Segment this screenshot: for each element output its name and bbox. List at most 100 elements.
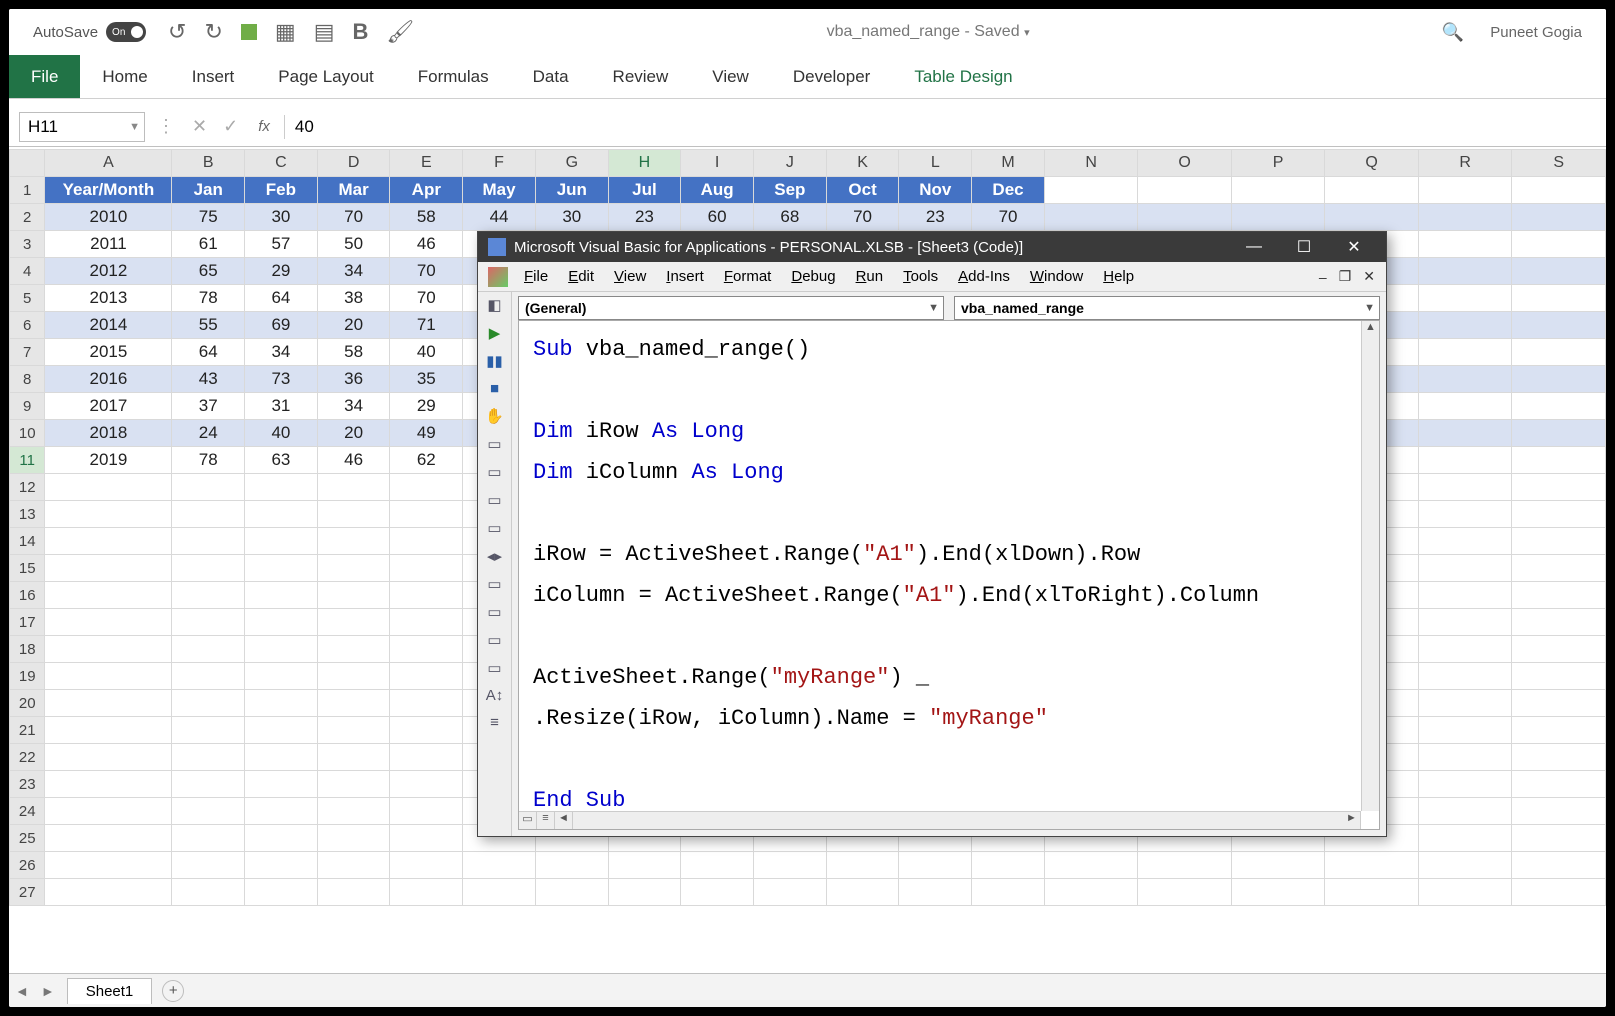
cell[interactable] [245,690,318,717]
table-header-cell[interactable]: Year/Month [45,177,172,204]
cell[interactable] [1418,339,1511,366]
vbe-menu-item[interactable]: View [604,264,656,289]
cell[interactable] [172,528,245,555]
mdi-restore-icon[interactable]: ❐ [1334,268,1357,285]
cell[interactable]: 63 [245,447,318,474]
close-button[interactable]: ✕ [1332,232,1376,262]
user-name[interactable]: Puneet Gogia [1490,24,1582,41]
tab-page-layout[interactable]: Page Layout [256,55,395,98]
cell[interactable]: 29 [390,393,463,420]
tab-view[interactable]: View [690,55,771,98]
cell[interactable] [45,825,172,852]
minimize-button[interactable]: — [1232,232,1276,262]
cell[interactable]: 69 [245,312,318,339]
table-header-cell[interactable]: May [463,177,536,204]
properties-icon[interactable]: ▭ [487,463,501,481]
row-header[interactable]: 22 [10,744,45,771]
icon-b[interactable]: ▭ [487,603,501,621]
cell[interactable]: 23 [608,204,681,231]
cell[interactable]: 40 [245,420,318,447]
cell[interactable] [1512,744,1606,771]
cell[interactable] [172,852,245,879]
cell[interactable] [245,501,318,528]
cell[interactable] [1138,177,1232,204]
cell[interactable]: 2010 [45,204,172,231]
cell[interactable] [1231,177,1324,204]
tab-developer[interactable]: Developer [771,55,893,98]
cell[interactable]: 75 [172,204,245,231]
cell[interactable] [245,528,318,555]
cell[interactable] [317,528,390,555]
cell[interactable]: 70 [826,204,899,231]
cell[interactable] [317,501,390,528]
cell[interactable] [1325,879,1419,906]
cell[interactable] [317,474,390,501]
cell[interactable] [1231,204,1324,231]
cell[interactable] [172,825,245,852]
cell[interactable] [172,690,245,717]
cell[interactable] [45,663,172,690]
cell[interactable]: 30 [535,204,608,231]
cell[interactable]: 65 [172,258,245,285]
cell[interactable] [1418,393,1511,420]
cell[interactable] [390,609,463,636]
vertical-scrollbar[interactable]: ▲ [1361,321,1379,811]
icon-c[interactable]: ▭ [487,631,501,649]
cell[interactable] [1512,690,1606,717]
maximize-button[interactable]: ☐ [1282,232,1326,262]
cell[interactable] [172,663,245,690]
cell[interactable] [1044,879,1137,906]
row-header[interactable]: 5 [10,285,45,312]
cell[interactable] [1512,285,1606,312]
cell[interactable] [1512,447,1606,474]
sheet-nav-prev-icon[interactable]: ◄ [9,983,35,999]
cell[interactable] [172,609,245,636]
column-header[interactable]: L [899,150,972,177]
cell[interactable] [45,879,172,906]
tab-table-design[interactable]: Table Design [892,55,1034,98]
cell[interactable] [1418,474,1511,501]
column-header[interactable]: J [754,150,827,177]
cell[interactable] [245,636,318,663]
vbe-view-excel-icon[interactable] [488,267,508,287]
cell[interactable] [317,717,390,744]
cell[interactable]: 29 [245,258,318,285]
column-header[interactable]: P [1231,150,1324,177]
cell[interactable]: 49 [390,420,463,447]
row-header[interactable]: 25 [10,825,45,852]
cell[interactable] [1325,852,1419,879]
cell[interactable] [1512,609,1606,636]
row-header[interactable]: 14 [10,528,45,555]
font-increase-icon[interactable]: A↕ [486,687,504,704]
vbe-menu-item[interactable]: Edit [558,264,604,289]
cell[interactable] [45,717,172,744]
search-icon[interactable]: 🔍 [1442,22,1464,43]
row-header[interactable]: 3 [10,231,45,258]
cell[interactable] [1512,717,1606,744]
cell[interactable]: 2019 [45,447,172,474]
cell[interactable] [1512,366,1606,393]
cell[interactable]: 71 [390,312,463,339]
cell[interactable] [1138,852,1232,879]
cell[interactable] [245,717,318,744]
cell[interactable] [1418,258,1511,285]
cell[interactable] [1512,339,1606,366]
autosave-toggle[interactable]: On [106,22,146,42]
cell[interactable]: 64 [172,339,245,366]
table-header-cell[interactable]: Sep [754,177,827,204]
full-module-view-icon[interactable]: ≡ [537,812,555,830]
row-header[interactable]: 7 [10,339,45,366]
cell[interactable]: 35 [390,366,463,393]
cell[interactable] [1512,879,1606,906]
row-header[interactable]: 23 [10,771,45,798]
hand-icon[interactable]: ✋ [485,407,504,425]
cell[interactable] [45,798,172,825]
cell[interactable]: 46 [317,447,390,474]
cell[interactable] [1512,663,1606,690]
cell[interactable] [1044,852,1137,879]
cell[interactable] [1512,528,1606,555]
cancel-icon[interactable]: ✕ [192,116,207,137]
design-mode-icon[interactable]: ◧ [487,296,501,314]
cell[interactable] [1512,555,1606,582]
cell[interactable] [608,879,681,906]
